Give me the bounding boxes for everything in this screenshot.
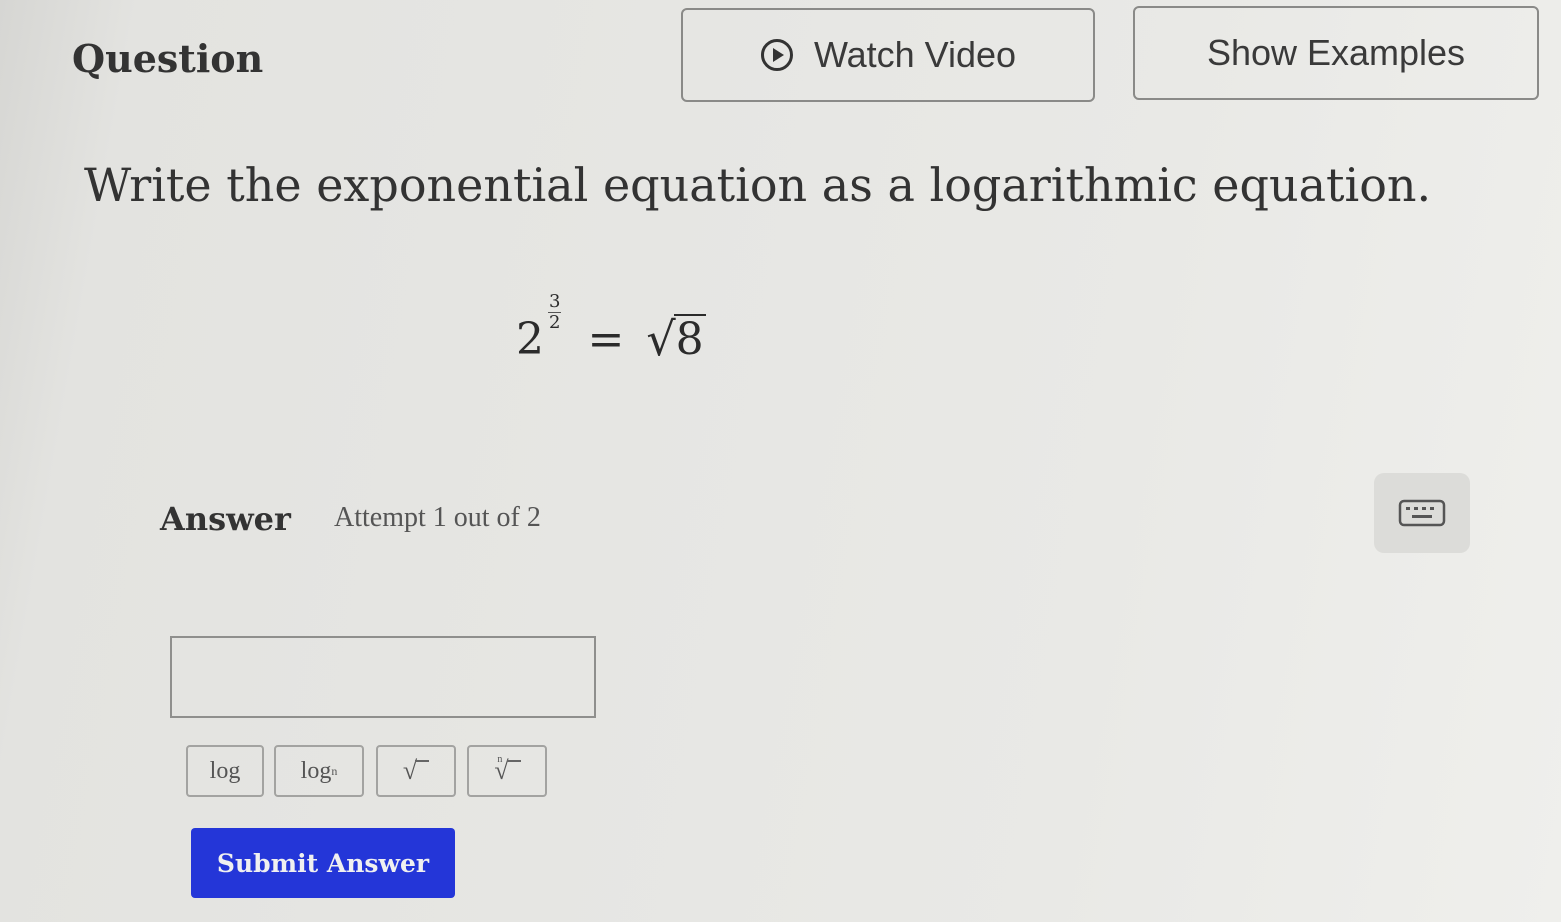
show-examples-button[interactable]: Show Examples xyxy=(1133,6,1539,100)
log-button[interactable]: log xyxy=(186,745,264,797)
nth-root-button[interactable]: n √ xyxy=(467,745,547,797)
answer-input[interactable] xyxy=(170,636,596,718)
square-root-button[interactable]: √ xyxy=(376,745,456,797)
log-base-n-button[interactable]: log n xyxy=(274,745,364,797)
play-circle-icon xyxy=(760,39,793,71)
log-base-n-label: log xyxy=(300,757,332,784)
nth-root-bar xyxy=(506,760,521,762)
equation-exponent: 3 2 xyxy=(548,291,562,333)
exponent-numerator: 3 xyxy=(548,291,562,313)
log-base-n-subscript: n xyxy=(331,763,338,778)
equals-sign: = xyxy=(587,314,625,365)
attempt-counter: Attempt 1 out of 2 xyxy=(334,502,541,533)
keyboard-icon xyxy=(1398,499,1446,527)
log-button-label: log xyxy=(209,757,241,784)
watch-video-label: Watch Video xyxy=(813,34,1017,75)
square-root-bar xyxy=(415,760,430,762)
exponent-denominator: 2 xyxy=(549,312,561,333)
equation-base: 2 xyxy=(516,314,544,365)
exponential-equation: 2 3 2 = √ 8 xyxy=(516,292,706,362)
watch-video-button[interactable]: Watch Video xyxy=(681,8,1095,102)
answer-heading: Answer xyxy=(160,500,291,538)
keyboard-toggle-button[interactable] xyxy=(1374,473,1470,553)
submit-answer-button[interactable]: Submit Answer xyxy=(191,828,455,898)
show-examples-label: Show Examples xyxy=(1206,32,1466,73)
radical-sign: √ xyxy=(646,312,676,366)
radicand: 8 xyxy=(673,314,706,365)
square-root-expression: √ 8 xyxy=(646,312,706,366)
question-prompt: Write the exponential equation as a loga… xyxy=(84,158,1432,212)
question-heading: Question xyxy=(72,36,264,81)
